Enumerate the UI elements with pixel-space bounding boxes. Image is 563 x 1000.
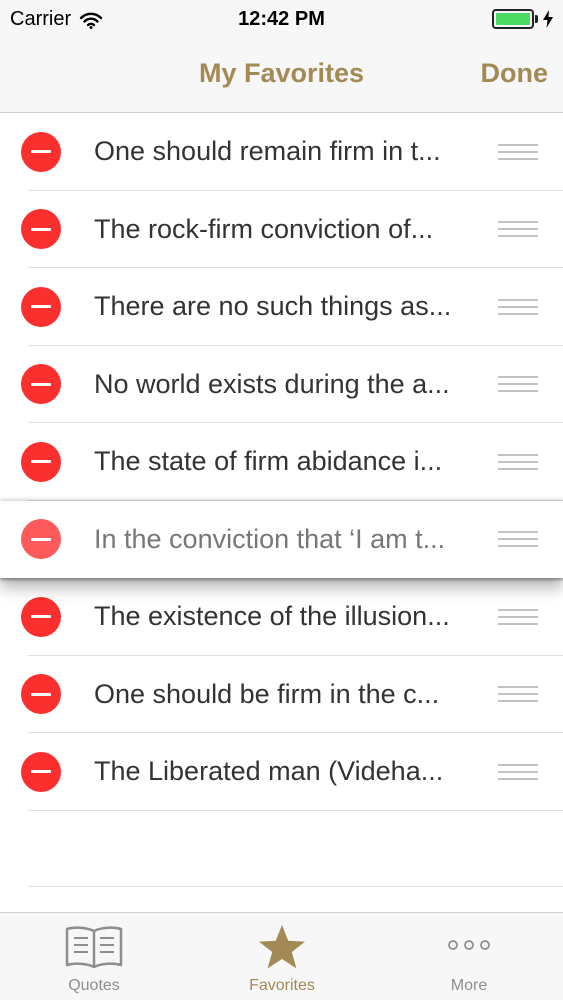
book-icon [65, 926, 123, 969]
favorite-row-dragging[interactable]: In the conviction that ‘I am t... [0, 500, 563, 578]
favorite-row[interactable]: The Liberated man (Videha... [0, 733, 563, 811]
favorite-text: In the conviction that ‘I am t... [94, 523, 446, 554]
page-title: My Favorites [198, 58, 365, 88]
reorder-handle-icon[interactable] [498, 531, 538, 548]
delete-icon[interactable] [21, 364, 61, 405]
delete-icon[interactable] [21, 441, 61, 482]
done-button[interactable]: Done [481, 58, 549, 89]
favorite-row[interactable]: The rock-firm conviction of... [0, 190, 563, 268]
battery-icon [492, 9, 534, 29]
favorite-text: One should remain firm in t... [94, 136, 441, 167]
status-bar: Carrier 12:42 PM [0, 0, 563, 40]
favorite-row[interactable]: No world exists during the a... [0, 345, 563, 423]
reorder-handle-icon[interactable] [498, 763, 538, 780]
delete-icon[interactable] [21, 131, 61, 172]
favorite-row[interactable]: One should be firm in the c... [0, 655, 563, 733]
favorite-text: One should be firm in the c... [94, 678, 440, 709]
reorder-handle-icon[interactable] [498, 686, 538, 703]
tab-label: More [450, 977, 488, 994]
tab-more[interactable]: More [375, 913, 563, 1000]
navigation-bar: My Favorites Done [0, 40, 563, 113]
tab-bar: Quotes Favorites More [0, 912, 563, 1000]
star-icon [259, 925, 305, 969]
delete-icon[interactable] [21, 286, 61, 327]
reorder-handle-icon[interactable] [498, 221, 538, 238]
favorite-text: There are no such things as... [94, 291, 452, 322]
tab-quotes[interactable]: Quotes [0, 913, 188, 1000]
favorite-text: The state of firm abidance i... [94, 446, 443, 477]
reorder-handle-icon[interactable] [498, 143, 538, 160]
charging-bolt-icon [543, 10, 553, 28]
battery-indicator [492, 9, 553, 29]
favorite-row[interactable]: The existence of the illusion... [0, 578, 563, 656]
reorder-handle-icon[interactable] [498, 608, 538, 625]
tab-favorites[interactable]: Favorites [188, 913, 376, 1000]
favorite-row[interactable]: There are no such things as... [0, 268, 563, 346]
favorite-row[interactable]: The state of firm abidance i... [0, 423, 563, 501]
delete-icon[interactable] [21, 519, 61, 560]
more-dots-icon [448, 940, 490, 950]
reorder-handle-icon[interactable] [498, 298, 538, 315]
favorite-text: The rock-firm conviction of... [94, 213, 434, 244]
favorite-row[interactable]: One should remain firm in t... [0, 113, 563, 191]
tab-label: Favorites [249, 977, 315, 994]
list-separator [28, 886, 563, 887]
delete-icon[interactable] [21, 209, 61, 250]
favorite-text: No world exists during the a... [94, 368, 450, 399]
reorder-handle-icon[interactable] [498, 453, 538, 470]
status-time: 12:42 PM [238, 8, 325, 30]
reorder-handle-icon[interactable] [498, 376, 538, 393]
tab-label: Quotes [68, 977, 120, 994]
favorite-text: The Liberated man (Videha... [94, 756, 444, 787]
favorite-text: The existence of the illusion... [94, 601, 450, 632]
favorites-list: One should remain firm in t... The rock-… [0, 113, 563, 811]
delete-icon[interactable] [21, 674, 61, 715]
delete-icon[interactable] [21, 596, 61, 637]
delete-icon[interactable] [21, 751, 61, 792]
